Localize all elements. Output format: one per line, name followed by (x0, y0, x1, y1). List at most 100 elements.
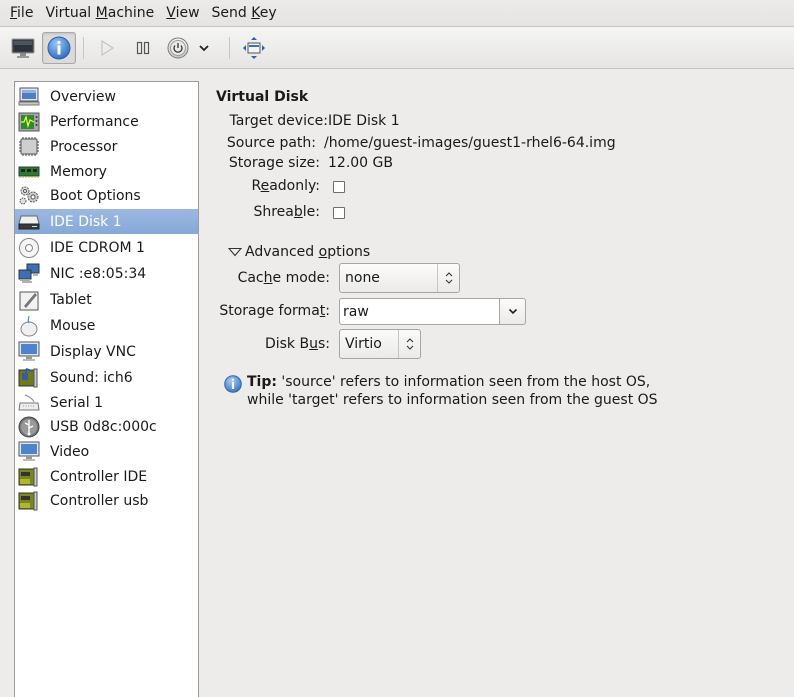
cache-label-a: Cac (237, 270, 264, 286)
pause-button[interactable] (126, 32, 160, 64)
performance-icon (18, 111, 40, 132)
sidebar-item[interactable]: Display VNC (15, 339, 198, 364)
disk-bus-label: Disk Bus: (208, 336, 330, 352)
updown-arrows-icon (437, 264, 459, 292)
tablet-icon (18, 289, 40, 310)
sidebar-item[interactable]: Performance (15, 109, 198, 134)
toolbar-separator (229, 37, 230, 59)
sidebar-item-label: Controller usb (50, 492, 149, 509)
expander-triangle-icon (227, 247, 243, 257)
sidebar-item-label: USB 0d8c:000c (50, 418, 157, 435)
run-button[interactable] (90, 32, 124, 64)
sidebar-item[interactable]: Processor (15, 134, 198, 159)
storage-format-label: Storage format: (208, 303, 330, 319)
sidebar-item[interactable]: Memory (15, 159, 198, 184)
video-icon (18, 441, 40, 462)
menu-sendkey-mnemonic: K (251, 4, 260, 21)
sidebar-item-label: Processor (50, 138, 118, 155)
storage-size-label: Storage size: (228, 155, 320, 171)
tip-text: Tip: 'source' refers to information seen… (247, 373, 658, 409)
shareable-label: Shreable: (208, 204, 320, 220)
advanced-mnemonic: o (318, 244, 328, 260)
play-icon (101, 40, 115, 56)
storage-format-dropdown-button[interactable] (499, 298, 526, 325)
sidebar-item-label: Overview (50, 88, 116, 105)
shareable-mnemonic: b (293, 204, 303, 220)
section-title: Virtual Disk (216, 89, 309, 105)
cache-mode-value: none (345, 270, 380, 286)
chevron-down-icon (199, 45, 209, 52)
shareable-label-b: le: (302, 204, 320, 220)
sidebar-item[interactable]: Boot Options (15, 183, 198, 208)
menu-vm-mnemonic: M (95, 4, 108, 21)
mouse-icon (18, 315, 40, 336)
menu-send-key[interactable]: Send Key (206, 0, 283, 27)
fullscreen-button[interactable] (237, 32, 271, 64)
cache-mode-select[interactable]: none (339, 263, 460, 293)
sidebar-item-label: Mouse (50, 317, 96, 334)
menu-virtual-machine[interactable]: Virtual Machine (39, 0, 160, 27)
sidebar-item[interactable]: IDE Disk 1 (15, 209, 198, 234)
sidebar-item[interactable]: Controller IDE (15, 464, 198, 489)
storage-size-value: 12.00 GB (328, 155, 393, 171)
controller-card-icon (18, 490, 40, 511)
usb-icon (18, 416, 40, 437)
cache-mode-label: Cache mode: (208, 270, 330, 286)
menu-file-label: ile (17, 4, 34, 21)
menu-file[interactable]: File (4, 0, 39, 27)
sidebar-item[interactable]: IDE CDROM 1 (15, 235, 198, 260)
shutdown-menu-button[interactable] (193, 32, 215, 64)
shutdown-button[interactable] (161, 32, 195, 64)
sidebar-item-label: Boot Options (50, 187, 141, 204)
toolbar-separator (83, 37, 84, 59)
sidebar-item-label: Video (50, 443, 90, 460)
storage-format-input[interactable]: raw (339, 298, 499, 325)
menu-vm-label-a: Virtual (45, 4, 96, 21)
tip-line-2: while 'target' refers to information see… (247, 392, 658, 408)
readonly-label: Readonly: (208, 178, 320, 194)
info-icon (47, 36, 71, 60)
menu-view[interactable]: View (160, 0, 205, 27)
readonly-mnemonic: e (260, 178, 270, 194)
sidebar-item-label: Tablet (50, 291, 92, 308)
menu-view-mnemonic: V (166, 4, 176, 21)
source-path-label: Source path: (226, 135, 316, 151)
sidebar-item[interactable]: Video (15, 439, 198, 464)
sidebar-item[interactable]: Tablet (15, 287, 198, 312)
sidebar-item-label: NIC :e8:05:34 (50, 265, 147, 282)
sidebar-item[interactable]: Overview (15, 84, 198, 109)
advanced-options-expander[interactable]: Advanced options (227, 244, 370, 260)
sidebar-item[interactable]: Sound: ich6 (15, 365, 198, 390)
power-icon (167, 37, 189, 59)
sidebar-item-label: Memory (50, 163, 107, 180)
details-button[interactable] (42, 32, 76, 64)
sidebar-item[interactable]: USB 0d8c:000c (15, 414, 198, 439)
sidebar-item-label: Sound: ich6 (50, 369, 133, 386)
harddisk-icon (18, 211, 40, 232)
sound-card-icon (18, 367, 40, 388)
sidebar-item-label: IDE Disk 1 (50, 213, 122, 230)
disk-bus-select[interactable]: Virtio (339, 329, 421, 359)
readonly-checkbox[interactable] (333, 181, 345, 193)
sidebar-item[interactable]: Controller usb (15, 488, 198, 513)
console-button[interactable] (6, 32, 40, 64)
sidebar-item[interactable]: NIC :e8:05:34 (15, 261, 198, 286)
sidebar-item-label: Performance (50, 113, 139, 130)
sidebar-item[interactable]: Serial 1 (15, 390, 198, 415)
fullscreen-icon (243, 37, 265, 59)
sidebar-item-label: Controller IDE (50, 468, 148, 485)
shareable-checkbox[interactable] (333, 207, 345, 219)
tip-line-1: Tip: 'source' refers to information seen… (247, 373, 658, 391)
menu-vm-label-b: achine (107, 4, 155, 21)
menu-file-mnemonic: F (10, 4, 18, 21)
advanced-label-a: Advanced (245, 244, 319, 260)
readonly-label-b: adonly: (269, 178, 320, 194)
gears-icon (18, 185, 40, 206)
cpu-icon (18, 136, 40, 157)
sidebar-item-label: Display VNC (50, 343, 136, 360)
sidebar-item[interactable]: Mouse (15, 313, 198, 338)
storage-format-combo: raw (339, 298, 526, 325)
source-path-value: /home/guest-images/guest1-rhel6-64.img (324, 135, 616, 151)
menu-sendkey-label-b: ey (259, 4, 277, 21)
disk-bus-value: Virtio (345, 336, 382, 352)
